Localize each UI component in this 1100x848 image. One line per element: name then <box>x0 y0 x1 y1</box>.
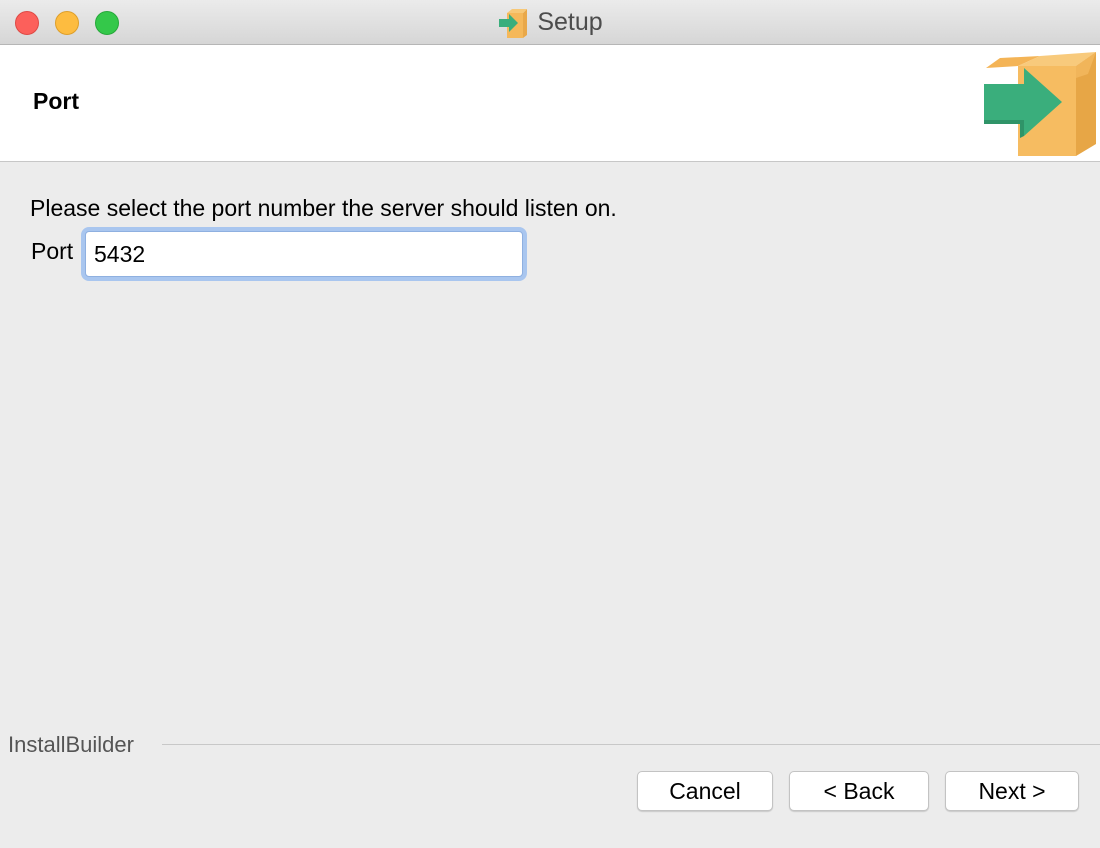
installer-box-icon <box>984 52 1096 156</box>
instruction-text: Please select the port number the server… <box>30 195 617 221</box>
next-button[interactable]: Next > <box>945 771 1079 811</box>
window-title-group: Setup <box>0 0 1100 45</box>
footer-brand-row: InstallBuilder <box>0 730 1100 760</box>
title-bar[interactable]: Setup <box>0 0 1100 45</box>
content-area: Please select the port number the server… <box>0 162 1100 742</box>
installer-box-icon <box>499 8 528 38</box>
cancel-button[interactable]: Cancel <box>637 771 773 811</box>
footer-divider <box>162 744 1100 745</box>
window-title: Setup <box>537 8 603 36</box>
port-input[interactable] <box>86 232 522 276</box>
port-field-container[interactable] <box>85 231 523 277</box>
port-label: Port <box>31 238 74 264</box>
brand-label: InstallBuilder <box>8 732 140 758</box>
back-button[interactable]: < Back <box>789 771 929 811</box>
setup-window: Setup Port Please select the port number… <box>0 0 1100 848</box>
page-header: Port <box>0 45 1100 162</box>
page-title: Port <box>33 88 79 114</box>
